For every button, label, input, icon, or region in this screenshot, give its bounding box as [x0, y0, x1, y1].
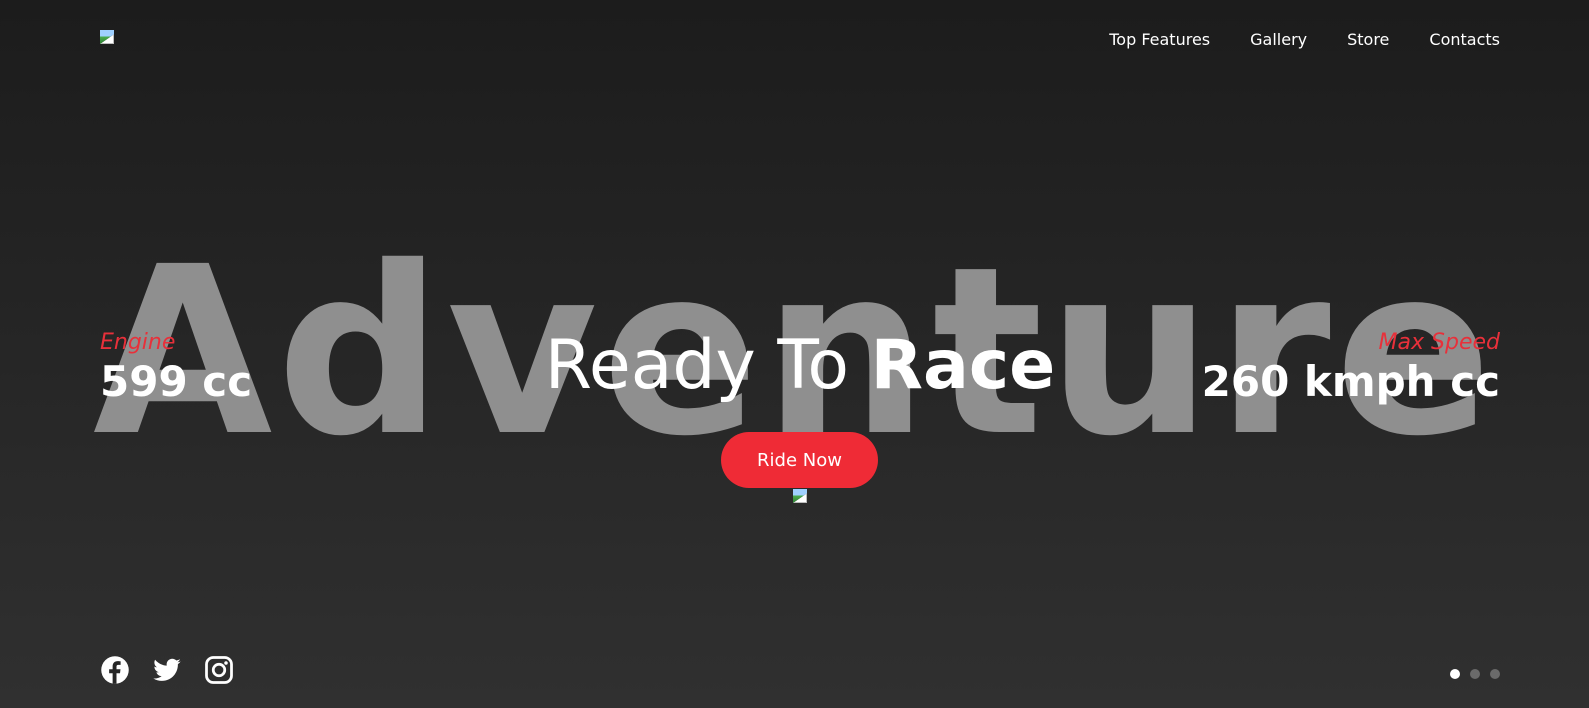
- nav-link-store[interactable]: Store: [1347, 30, 1389, 50]
- nav-link-top-features[interactable]: Top Features: [1109, 30, 1210, 50]
- headline-light: Ready To: [544, 326, 871, 405]
- slider-dot-2[interactable]: [1470, 669, 1480, 679]
- slider-dot-3[interactable]: [1490, 669, 1500, 679]
- twitter-icon[interactable]: [152, 655, 182, 685]
- broken-image-icon: [100, 30, 114, 44]
- logo[interactable]: [100, 30, 116, 46]
- main-nav: Top Features Gallery Store Contacts: [1109, 30, 1500, 50]
- nav-link-gallery[interactable]: Gallery: [1250, 30, 1307, 50]
- facebook-icon[interactable]: [100, 655, 130, 685]
- max-speed-label: Max Speed: [1378, 330, 1500, 355]
- max-speed-stat: Max Speed 260 kmph cc: [1202, 330, 1500, 408]
- ride-now-button[interactable]: Ride Now: [721, 432, 878, 488]
- slider-dots: [1450, 669, 1500, 679]
- max-speed-value: 260 kmph cc: [1201, 357, 1500, 406]
- broken-image-icon: [793, 489, 807, 503]
- headline-bold: Race: [870, 326, 1056, 405]
- slider-dot-1[interactable]: [1450, 669, 1460, 679]
- bike-image: [793, 489, 807, 503]
- nav-link-contacts[interactable]: Contacts: [1429, 30, 1500, 50]
- instagram-icon[interactable]: [204, 655, 234, 685]
- social-links: [100, 655, 234, 685]
